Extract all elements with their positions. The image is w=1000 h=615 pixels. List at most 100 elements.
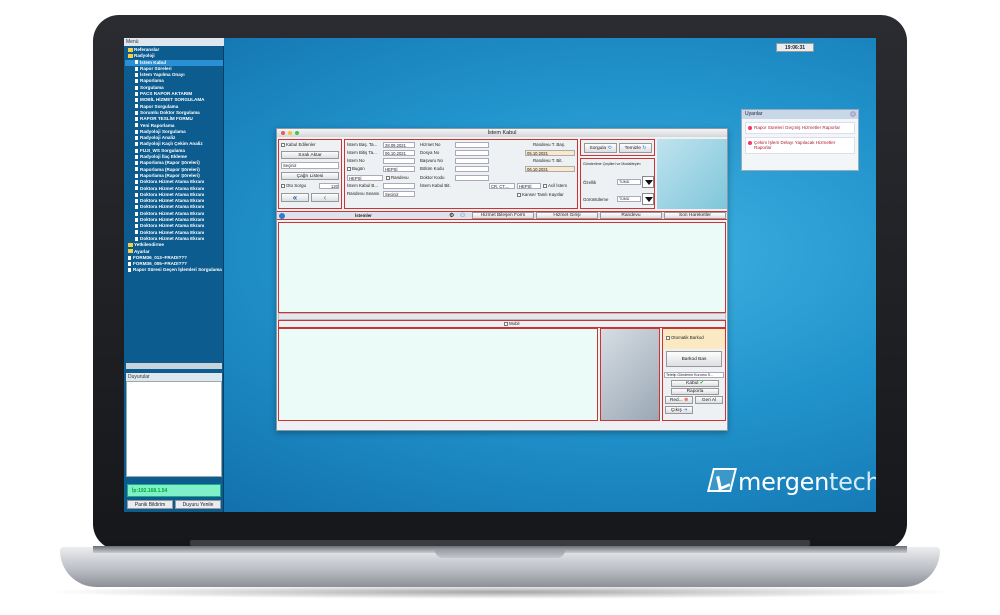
folder-icon xyxy=(128,249,133,254)
close-icon[interactable]: × xyxy=(850,111,856,117)
kanser-filter[interactable]: Kanser Tanılı Kayıtlar xyxy=(517,192,564,198)
ozellik-dropdown-icon[interactable] xyxy=(642,176,654,188)
tab-son-hareketler[interactable]: Son Hareketler xyxy=(664,212,726,219)
tab-randevu[interactable]: Randevu xyxy=(600,212,662,219)
ozellik-label: Özellik xyxy=(583,180,597,185)
teletip-select[interactable]: Teletip Gönderim Kurumu S... xyxy=(664,372,724,378)
info-icon[interactable] xyxy=(279,213,285,219)
gear-icon[interactable]: ⚙ xyxy=(449,213,454,219)
raporla-button[interactable]: Raporla xyxy=(671,388,719,395)
close-window-icon[interactable] xyxy=(281,131,285,135)
document-icon xyxy=(135,72,138,77)
menu-item[interactable]: Rapor Süresi Geçen İşlemleri Sorgulama xyxy=(125,267,223,273)
start-date-field[interactable]: 28.09.2021 xyxy=(383,142,415,148)
auto-query-label[interactable]: Oto Sorgu xyxy=(281,183,306,189)
end-date-field[interactable]: 06.10.2021 xyxy=(383,150,415,156)
notifications-panel: Uyarılar × Rapor Süreleri Geçmiş Hizmetl… xyxy=(741,109,859,171)
bolum-kodu-label: Bölüm Kodu xyxy=(420,166,444,171)
ozellik-select[interactable]: TÜMÜ xyxy=(617,179,641,185)
sidebar-title: Menü xyxy=(124,38,224,46)
randevu-bit-field[interactable]: 06.10.2021 xyxy=(525,166,575,172)
notification-item[interactable]: Rapor Süreleri Geçmiş Hizmetler Raporlar xyxy=(745,122,855,134)
document-icon xyxy=(135,135,138,140)
notification-item[interactable]: Çekim İşlem Delayı Yapılacak Hizmetler R… xyxy=(745,136,855,154)
today-filter[interactable]: Bugün xyxy=(347,166,365,172)
reject-icon: ⊗ xyxy=(684,398,689,403)
refresh-announcements-button[interactable]: Duyuru Yenile xyxy=(175,500,221,509)
queue-select[interactable]: Seçiniz xyxy=(281,162,339,169)
screen: Menü Referanslar Radyoloji İstem Kabul Rapo… xyxy=(124,38,876,512)
queue-transfer-button[interactable]: Sıralı Aktar xyxy=(281,151,339,159)
dosya-no-label: Dosya No xyxy=(420,150,440,155)
auto-query-seconds[interactable]: 120 xyxy=(319,183,339,189)
maximize-window-icon[interactable] xyxy=(295,131,299,135)
hizmet-no-field[interactable] xyxy=(455,142,489,148)
appointment-filter[interactable]: Randevu xyxy=(386,175,409,181)
basvuru-no-field[interactable] xyxy=(455,158,489,164)
detail-grid[interactable] xyxy=(278,328,598,421)
folder-icon xyxy=(128,54,133,59)
auto-barcode-checkbox[interactable] xyxy=(666,335,670,340)
document-icon xyxy=(135,117,138,122)
print-barcode-button[interactable]: Barkod Bas xyxy=(666,351,722,367)
menu-tree: Referanslar Radyoloji İstem Kabul Rapor Sür… xyxy=(125,47,223,367)
query-button[interactable]: Sorgula ⟲ xyxy=(584,143,617,153)
accepted-checkbox[interactable] xyxy=(281,142,285,147)
kabul-birim-field[interactable] xyxy=(383,183,415,189)
reject-button[interactable]: Red... ⊗ xyxy=(665,396,693,404)
clock: 19:06:31 xyxy=(776,43,814,52)
document-icon xyxy=(135,91,138,96)
type-select[interactable]: HEPSİ xyxy=(347,175,383,181)
goruntuleme-select[interactable]: TÜMÜ xyxy=(617,196,641,202)
accept-button[interactable]: Kabul ✔ xyxy=(671,380,719,387)
announcements-box xyxy=(126,381,222,477)
tab-istemler[interactable]: İstemler xyxy=(355,213,372,219)
doktor-kodu-field[interactable] xyxy=(455,175,489,181)
auto-query-checkbox[interactable] xyxy=(281,183,285,188)
panic-button[interactable]: Panik Bildirim xyxy=(127,500,173,509)
document-icon xyxy=(135,142,138,147)
exit-button[interactable]: Çıkış ⇥ xyxy=(665,406,693,414)
first-page-button[interactable]: « xyxy=(281,193,309,202)
today-checkbox[interactable] xyxy=(347,166,351,171)
acil-filter[interactable]: Acil İstem xyxy=(543,183,567,189)
appointment-checkbox[interactable] xyxy=(386,175,390,180)
prev-page-button[interactable]: ‹ xyxy=(311,193,339,202)
dosya-no-field[interactable] xyxy=(455,150,489,156)
sidebar-scrollbar[interactable] xyxy=(126,363,222,369)
accepted-filter[interactable]: Kabul Edilenler xyxy=(281,142,316,148)
modality-scope-select[interactable]: HEPSİ xyxy=(517,183,541,189)
left-filter-panel: Kabul Edilenler Sıralı Aktar Seçiniz Çağ… xyxy=(278,139,342,209)
users-icon[interactable]: ⚇ xyxy=(460,213,465,219)
mobil-filter[interactable]: Mobil xyxy=(504,321,520,327)
undo-button[interactable]: Geri Al xyxy=(695,396,723,404)
modality-select[interactable]: CR, CT,... xyxy=(489,183,515,189)
exit-icon: ⇥ xyxy=(683,408,688,413)
istem-no-field[interactable] xyxy=(383,158,415,164)
auto-barcode-filter[interactable]: Otomatik Barkod xyxy=(666,335,704,341)
clear-button[interactable]: Temizle ↻ xyxy=(619,143,652,153)
document-icon xyxy=(135,167,138,172)
bolum-kodu-field[interactable] xyxy=(455,166,489,172)
randevu-bas-field[interactable]: 05.10.2021 xyxy=(525,150,575,156)
tab-hizmet-girisi[interactable]: Hizmet Girişi xyxy=(536,212,598,219)
call-list-button[interactable]: Çağrı Listesi xyxy=(281,172,339,180)
istemler-grid[interactable] xyxy=(278,222,726,313)
document-icon xyxy=(135,192,138,197)
document-icon xyxy=(135,230,138,235)
acil-checkbox[interactable] xyxy=(543,183,547,188)
grid-splitter[interactable] xyxy=(278,313,726,320)
document-icon xyxy=(135,110,138,115)
kanser-checkbox[interactable] xyxy=(517,192,521,197)
tab-hizmet-bilesen[interactable]: Hizmet Bileşen Form xyxy=(472,212,534,219)
today-select[interactable]: HEPSİ xyxy=(383,166,415,172)
document-icon xyxy=(135,148,138,153)
mobil-checkbox[interactable] xyxy=(504,321,508,326)
basvuru-no-label: Başvuru No xyxy=(420,158,443,163)
doktor-kodu-label: Doktor Kodu xyxy=(420,175,445,180)
goruntuleme-dropdown-icon[interactable] xyxy=(642,193,654,205)
randevu-seansi-select[interactable]: Seçiniz xyxy=(383,191,415,197)
minimize-window-icon[interactable] xyxy=(288,131,292,135)
document-icon xyxy=(135,236,138,241)
kabul-bit-label: İstem Kabul Bit. xyxy=(420,183,451,188)
